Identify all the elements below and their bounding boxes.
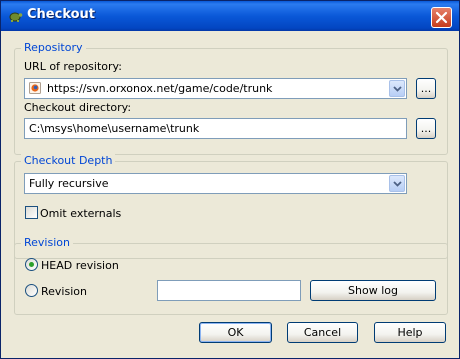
url-label: URL of repository: xyxy=(24,60,122,73)
depth-value: Fully recursive xyxy=(29,177,109,190)
close-icon xyxy=(435,11,448,24)
revision-group: Revision HEAD revision Revision Show log xyxy=(14,236,448,315)
ok-button[interactable]: OK xyxy=(199,322,272,343)
directory-label: Checkout directory: xyxy=(24,101,132,114)
depth-combobox[interactable]: Fully recursive xyxy=(24,173,407,194)
head-revision-label[interactable]: HEAD revision xyxy=(41,259,119,272)
revision-legend: Revision xyxy=(21,236,73,249)
omit-externals-label[interactable]: Omit externals xyxy=(40,207,121,220)
revision-radio[interactable] xyxy=(25,284,38,297)
show-log-button[interactable]: Show log xyxy=(310,280,436,301)
chevron-down-icon xyxy=(393,86,402,92)
directory-field-box[interactable] xyxy=(24,118,407,139)
tortoise-icon xyxy=(7,8,23,24)
help-button[interactable]: Help xyxy=(374,322,446,343)
cancel-button[interactable]: Cancel xyxy=(287,322,358,343)
url-browse-button[interactable]: ... xyxy=(416,78,436,99)
revision-label[interactable]: Revision xyxy=(41,285,87,298)
url-dropdown-button[interactable] xyxy=(389,80,405,97)
radio-selected-dot xyxy=(29,262,34,267)
firefox-url-icon xyxy=(29,82,41,94)
revision-field-box[interactable] xyxy=(157,280,301,301)
depth-dropdown-button[interactable] xyxy=(389,175,405,192)
chevron-down-icon xyxy=(393,181,402,187)
url-value: https://svn.orxonox.net/game/code/trunk xyxy=(47,82,273,95)
url-combobox[interactable]: https://svn.orxonox.net/game/code/trunk xyxy=(24,78,407,99)
checkout-depth-legend: Checkout Depth xyxy=(21,154,116,167)
title-bar[interactable]: Checkout xyxy=(1,1,459,31)
directory-input[interactable] xyxy=(25,119,406,138)
dialog-body: Repository URL of repository: https://sv… xyxy=(4,31,456,357)
omit-externals-checkbox[interactable] xyxy=(25,206,38,219)
repository-group: Repository URL of repository: https://sv… xyxy=(14,41,448,155)
head-revision-radio[interactable] xyxy=(25,258,38,271)
repository-legend: Repository xyxy=(21,41,86,54)
checkout-dialog: Checkout Repository URL of repository: h… xyxy=(0,0,460,359)
window-title: Checkout xyxy=(27,7,96,22)
revision-input[interactable] xyxy=(158,281,300,300)
directory-browse-button[interactable]: ... xyxy=(416,118,436,139)
close-button[interactable] xyxy=(431,7,452,28)
